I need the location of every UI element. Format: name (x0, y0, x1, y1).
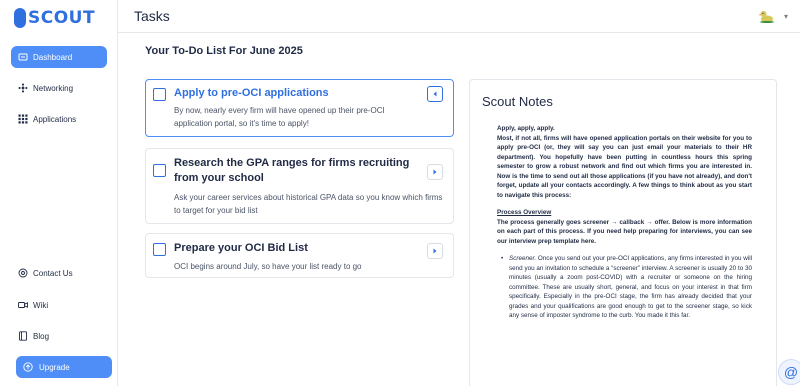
task-card[interactable]: Apply to pre-OCI applications By now, ne… (145, 79, 454, 137)
at-icon (18, 268, 28, 278)
task-description: OCI begins around July, so have your lis… (174, 262, 362, 271)
upgrade-label: Upgrade (39, 362, 70, 372)
sidebar-item-label: Applications (33, 114, 77, 124)
expand-task-button[interactable] (427, 164, 443, 180)
top-header: Tasks ▾ (118, 0, 800, 33)
task-card[interactable]: Research the GPA ranges for firms recrui… (145, 148, 454, 224)
sidebar: SCOUT Dashboard Networking Applications … (0, 0, 118, 386)
collapse-task-button[interactable] (427, 86, 443, 102)
scout-notes-panel[interactable]: Scout Notes Apply, apply, apply. Most, i… (469, 79, 777, 386)
sidebar-item-applications[interactable]: Applications (11, 108, 107, 130)
notes-process-text: The process generally goes screener → ca… (497, 218, 752, 245)
task-checkbox[interactable] (153, 164, 166, 177)
sidebar-item-label: Contact Us (33, 268, 73, 278)
bullet-icon: • (501, 255, 504, 262)
contact-fab-at-icon[interactable]: @ (778, 359, 800, 385)
sidebar-item-wiki[interactable]: Wiki (11, 294, 107, 316)
chevron-down-icon[interactable]: ▾ (784, 12, 788, 21)
duck-avatar-icon[interactable] (758, 9, 774, 23)
upgrade-button[interactable]: Upgrade (16, 356, 112, 378)
book-icon (18, 331, 28, 341)
notes-body: Apply, apply, apply. Most, if not all, f… (497, 124, 752, 321)
task-checkbox[interactable] (153, 243, 166, 256)
notes-title: Scout Notes (482, 94, 553, 109)
logo-text: SCOUT (28, 8, 96, 28)
upgrade-icon (23, 362, 33, 372)
sidebar-item-networking[interactable]: Networking (11, 77, 107, 99)
chevron-right-icon (433, 169, 437, 175)
sidebar-item-dashboard[interactable]: Dashboard (11, 46, 107, 68)
sidebar-item-label: Wiki (33, 300, 49, 310)
notes-process-heading: Process Overview (497, 209, 552, 216)
task-card[interactable]: Prepare your OCI Bid List OCI begins aro… (145, 233, 454, 278)
sidebar-item-label: Networking (33, 83, 74, 93)
notes-bullet-text: Once you send out your pre-OCI applicati… (509, 255, 753, 319)
todo-heading: Your To-Do List For June 2025 (145, 45, 303, 57)
task-description: Ask your career services about historica… (174, 193, 443, 215)
expand-task-button[interactable] (427, 243, 443, 259)
sidebar-item-blog[interactable]: Blog (11, 325, 107, 347)
notes-bullet-label: Screener. (509, 255, 537, 262)
sidebar-item-label: Dashboard (33, 52, 73, 62)
grid-icon (18, 114, 28, 124)
sidebar-item-contact-us[interactable]: Contact Us (11, 262, 107, 284)
task-title: Research the GPA ranges for firms recrui… (174, 157, 410, 184)
chevron-right-icon (433, 248, 437, 254)
task-title: Apply to pre-OCI applications (174, 87, 329, 99)
logo-mark-icon (14, 8, 26, 28)
network-icon (18, 83, 28, 93)
task-description: By now, nearly every firm will have open… (174, 106, 385, 128)
sidebar-item-label: Blog (33, 331, 50, 341)
logo[interactable]: SCOUT (14, 6, 95, 30)
dashboard-icon (18, 52, 28, 62)
notes-intro-text: Most, if not all, firms will have opened… (497, 134, 752, 199)
video-icon (18, 300, 28, 310)
task-title: Prepare your OCI Bid List (174, 242, 308, 254)
chevron-left-icon (433, 91, 437, 97)
task-checkbox[interactable] (153, 88, 166, 101)
notes-bullet-item: • Screener. Once you send out your pre-O… (497, 254, 752, 321)
page-title: Tasks (134, 8, 170, 24)
notes-intro-heading: Apply, apply, apply. (497, 125, 555, 132)
